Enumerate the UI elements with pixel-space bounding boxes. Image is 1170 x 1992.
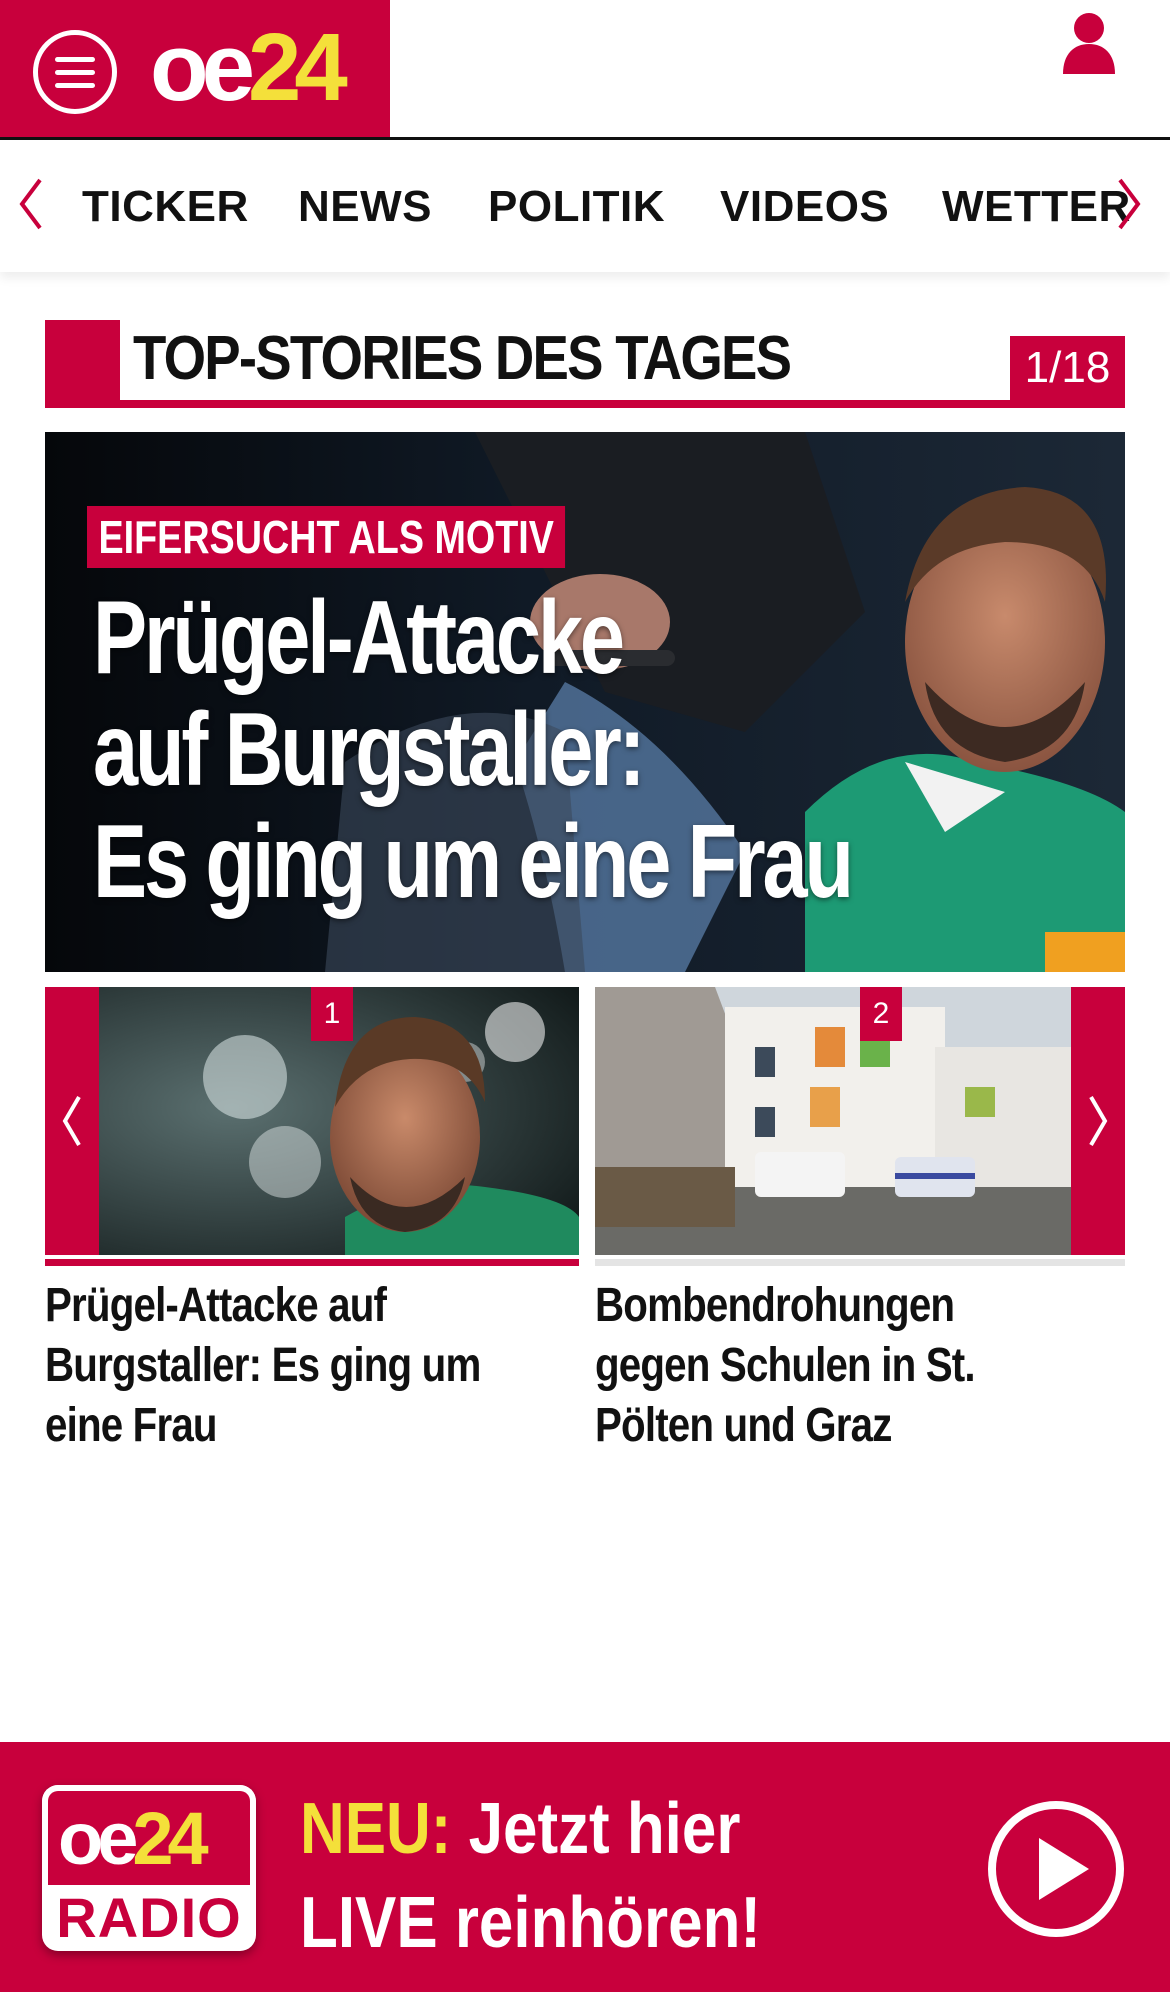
hero-headline-line: Es ging um eine Frau: [93, 804, 854, 920]
section-underline: [45, 400, 1125, 408]
hero-headline-line: auf Burgstaller:: [93, 692, 646, 808]
site-logo[interactable]: oe 24: [150, 14, 348, 121]
hero-kicker: EIFERSUCHT ALS MOTIV: [87, 506, 566, 568]
radio-promo-text: NEU: Jetzt hier LIVE reinhören!: [300, 1782, 761, 1970]
logo-24: 24: [248, 14, 348, 121]
radio-promo-line-1: NEU: Jetzt hier: [300, 1782, 761, 1876]
slide-counter: 1/18: [1010, 336, 1125, 400]
radio-banner[interactable]: oe24 RADIO NEU: Jetzt hier LIVE reinhöre…: [0, 1742, 1170, 1992]
radio-logo: oe24 RADIO: [42, 1785, 256, 1951]
teaser-title-1[interactable]: Prügel-Attacke auf Burgstaller: Es ging …: [45, 1276, 515, 1456]
radio-logo-mark: oe24: [58, 1795, 209, 1883]
menu-bar: [55, 56, 95, 62]
slide-indicator-inactive: [595, 1259, 1125, 1266]
slide-indicator-active: [45, 1259, 579, 1266]
radio-logo-label: RADIO: [56, 1886, 242, 1949]
logo-oe: oe: [150, 14, 255, 121]
hero-headline-line: Prügel-Attacke: [93, 580, 625, 696]
nav-item-ticker[interactable]: TICKER: [82, 180, 249, 234]
nav-item-news[interactable]: NEWS: [298, 180, 432, 234]
slider-next-button[interactable]: [1071, 987, 1125, 1255]
header-logo-block: oe 24: [0, 0, 390, 137]
chevron-left-icon[interactable]: [16, 174, 46, 234]
play-icon[interactable]: [987, 1800, 1125, 1938]
radio-neu-label: NEU:: [300, 1789, 452, 1869]
slider-prev-button[interactable]: [45, 987, 99, 1255]
hero-story[interactable]: EIFERSUCHT ALS MOTIV Prügel-Attacke auf …: [45, 432, 1125, 972]
hero-headline: Prügel-Attacke auf Burgstaller: Es ging …: [93, 580, 854, 920]
menu-bar: [55, 69, 95, 75]
radio-line-2: LIVE reinhören!: [300, 1883, 762, 1963]
section-header: TOP-STORIES DES TAGES 1/18: [45, 320, 1125, 408]
user-icon[interactable]: [1060, 12, 1118, 74]
chevron-right-icon: [1089, 1095, 1108, 1147]
teaser-title-2[interactable]: Bombendrohungen gegen Schulen in St. Pöl…: [595, 1276, 1065, 1456]
main-navigation: TICKER NEWS POLITIK VIDEOS WETTER: [0, 140, 1170, 272]
teaser-badge-2: 2: [860, 987, 902, 1041]
radio-logo-top: oe24: [42, 1785, 256, 1885]
menu-bar: [55, 82, 95, 88]
chevron-right-icon[interactable]: [1114, 174, 1144, 234]
section-title: TOP-STORIES DES TAGES: [133, 324, 792, 393]
teaser-image-2[interactable]: 2: [595, 987, 1125, 1255]
nav-item-videos[interactable]: VIDEOS: [720, 180, 889, 234]
radio-logo-oe: oe: [58, 1797, 138, 1880]
nav-item-politik[interactable]: POLITIK: [488, 180, 665, 234]
nav-item-wetter[interactable]: WETTER: [942, 180, 1131, 234]
hamburger-menu-icon[interactable]: [33, 30, 117, 114]
section-accent: [45, 320, 120, 408]
teaser-badge-1: 1: [311, 987, 353, 1041]
radio-line-1: Jetzt hier: [468, 1789, 741, 1869]
teaser-image-1[interactable]: 1: [45, 987, 579, 1255]
radio-logo-24: 24: [132, 1797, 208, 1880]
chevron-left-icon: [62, 1095, 81, 1147]
